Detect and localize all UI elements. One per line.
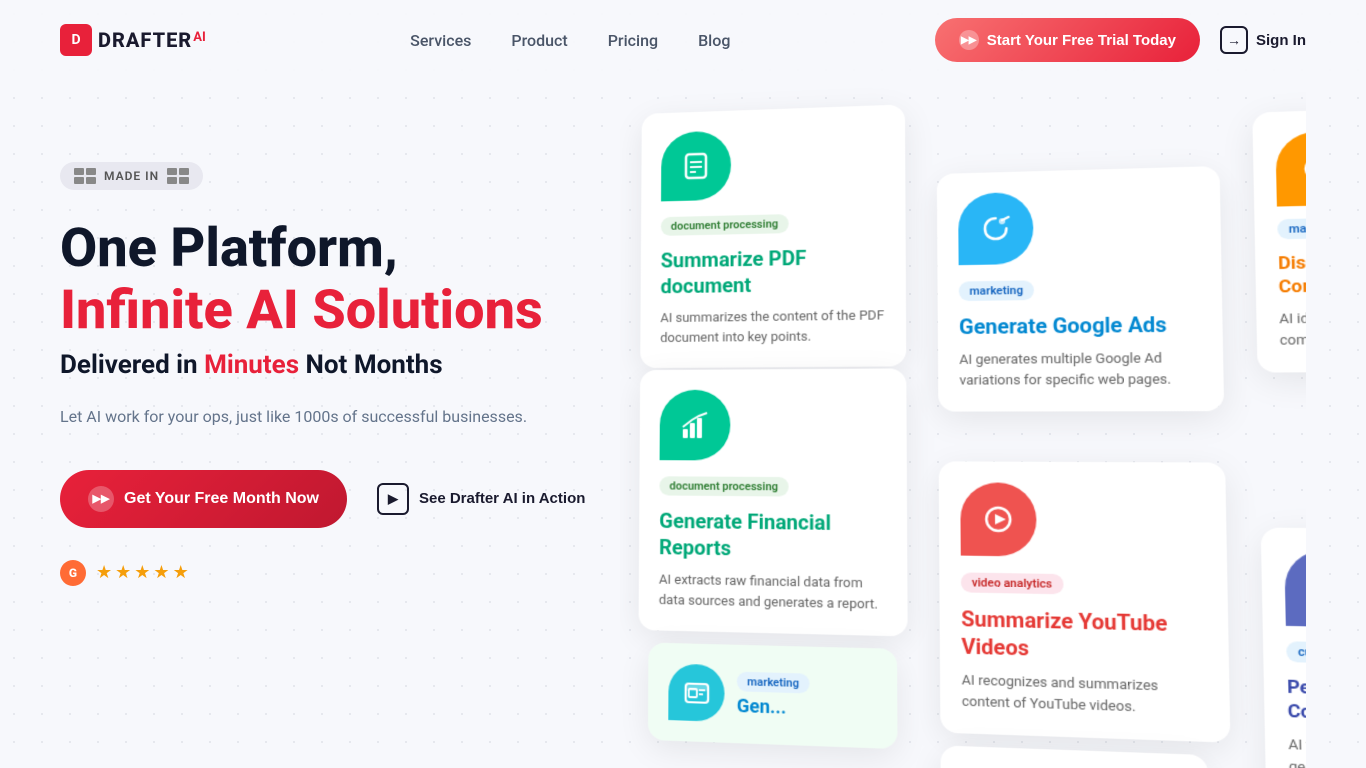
star-rating: ★ ★ ★ ★ ★ [96,562,189,583]
discover-card-icon [1275,130,1306,206]
navigation: D DRAFTERAI Services Product Pricing Blo… [0,0,1366,80]
financial-card-icon [660,390,731,461]
trial-play-icon: ▶▶ [959,30,979,50]
google-ads-card-desc: AI generates multiple Google Ad variatio… [959,349,1201,391]
signin-icon: → [1220,26,1248,54]
pdf-card-icon [661,130,731,201]
financial-card-tag: document processing [659,476,788,496]
main-content: MADE IN One Platform, Infinite AI Soluti… [0,80,1366,768]
hero-subtitle: Delivered in Minutes Not Months [60,350,620,380]
card-discover-competitors: marketing DiscoverCompeti... AI identifi… [1252,105,1306,373]
personalize-card-title: PersonalizeCold Emails [1287,675,1306,731]
financial-card-desc: AI extracts raw financial data from data… [659,570,887,615]
cards-area: document processing Summarize PDF docume… [620,80,1306,768]
badge-grid-icon [74,168,96,184]
logo[interactable]: D DRAFTERAI [60,24,206,56]
card-summarize-pdf: document processing Summarize PDF docume… [640,104,906,368]
discover-card-tag: marketing [1277,217,1306,239]
card-customer-support: customer support [941,745,1210,768]
rating-section: G ★ ★ ★ ★ ★ [60,560,620,586]
video-button[interactable]: ▶ See Drafter AI in Action [377,483,585,515]
youtube-card-desc: AI recognizes and summarizes content of … [962,671,1207,720]
hero-buttons: ▶▶ Get Your Free Month Now ▶ See Drafter… [60,470,620,528]
nav-pricing[interactable]: Pricing [608,31,658,50]
personalize-card-desc: AI finds info about prospe generates per… [1288,735,1306,768]
hero-section: MADE IN One Platform, Infinite AI Soluti… [60,80,620,586]
g2-icon: G [60,560,86,586]
hero-description: Let AI work for your ops, just like 1000… [60,404,620,430]
gen-card-label: marketing Gen... [737,671,810,719]
nav-services[interactable]: Services [410,31,471,50]
youtube-card-title: Summarize YouTube Videos [961,605,1206,666]
pdf-card-title: Summarize PDF document [660,243,884,299]
nav-blog[interactable]: Blog [698,31,730,50]
youtube-card-tag: video analytics [961,572,1063,594]
star-5: ★ [173,562,189,583]
discover-card-desc: AI identifies comp company and colle... [1279,307,1306,351]
pdf-card-desc: AI summarizes the content of the PDF doc… [660,306,885,348]
video-play-icon: ▶ [377,483,409,515]
card-personalize-emails: customer support PersonalizeCold Emails … [1261,527,1306,768]
nav-links: Services Product Pricing Blog [410,31,730,50]
star-3: ★ [134,562,150,583]
star-1: ★ [96,562,112,583]
nav-actions: ▶▶ Start Your Free Trial Today → Sign In [935,18,1306,62]
cta-play-icon: ▶▶ [88,486,114,512]
trial-button[interactable]: ▶▶ Start Your Free Trial Today [935,18,1200,62]
personalize-card-icon [1284,549,1306,627]
discover-card-title: DiscoverCompeti... [1278,249,1306,299]
financial-card-title: Generate Financial Reports [659,508,886,564]
youtube-card-icon [960,482,1037,556]
badge-grid-icon2 [167,168,189,184]
nav-product[interactable]: Product [511,31,567,50]
card-google-ads: marketing Generate Google Ads AI generat… [937,166,1224,412]
card-youtube-videos: video analytics Summarize YouTube Videos… [939,461,1231,742]
google-ads-card-title: Generate Google Ads [959,310,1200,340]
signin-button[interactable]: → Sign In [1220,26,1306,54]
hero-title: One Platform, Infinite AI Solutions [60,218,620,342]
google-ads-card-icon [958,192,1034,265]
logo-icon: D [60,24,92,56]
gen-card-icon [668,664,724,722]
star-4: ★ [153,562,169,583]
cards-container: document processing Summarize PDF docume… [620,80,1306,768]
google-ads-card-tag: marketing [959,280,1034,301]
made-in-badge: MADE IN [60,162,203,190]
card-financial-reports: document processing Generate Financial R… [639,368,908,636]
star-2: ★ [115,562,131,583]
cta-button[interactable]: ▶▶ Get Your Free Month Now [60,470,347,528]
card-gen-partial: marketing Gen... [648,643,898,750]
logo-text: DRAFTERAI [98,28,206,52]
pdf-card-tag: document processing [661,214,789,236]
personalize-card-tag: customer support [1286,641,1306,665]
